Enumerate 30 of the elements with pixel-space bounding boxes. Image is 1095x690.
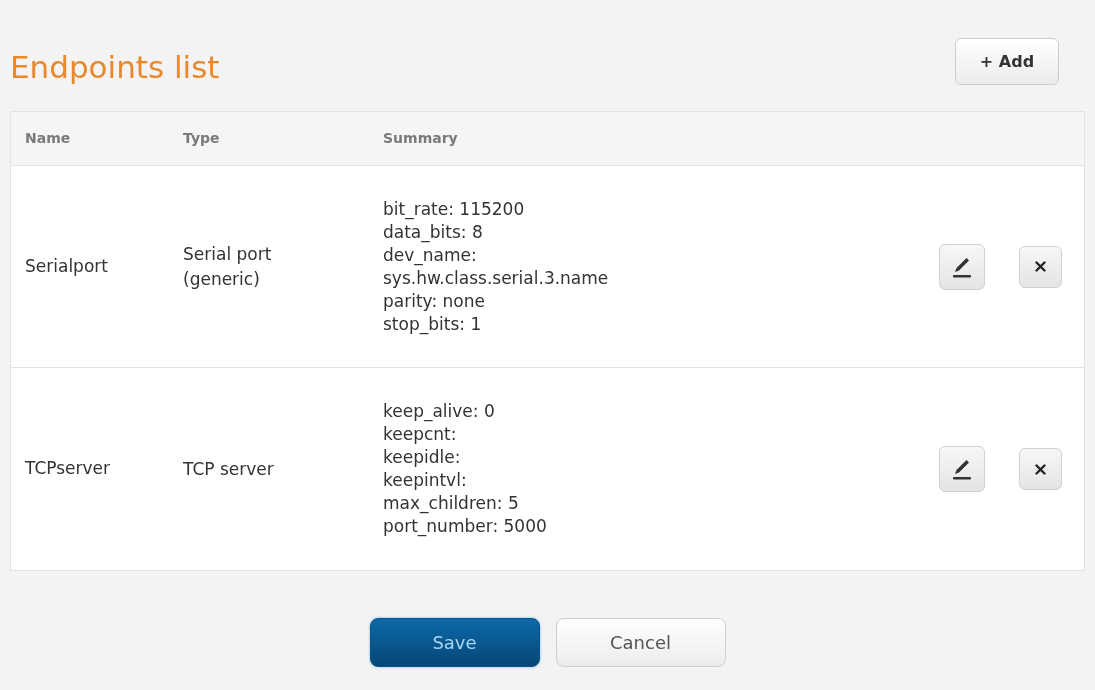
pencil-icon — [950, 457, 974, 481]
edit-button[interactable] — [939, 446, 985, 492]
summary-line: dev_name: — [383, 243, 477, 267]
page-title: Endpoints list — [10, 48, 220, 87]
edit-button[interactable] — [939, 243, 985, 290]
cancel-button[interactable]: Cancel — [555, 618, 726, 667]
column-header: Summary — [383, 130, 458, 146]
close-icon — [1035, 463, 1046, 475]
summary-line: keepcnt: — [383, 423, 457, 446]
column-header: Name — [25, 130, 71, 146]
delete-button[interactable] — [1019, 245, 1062, 288]
close-icon — [1035, 261, 1046, 272]
summary-line: data_bits: 8 — [383, 220, 483, 244]
summary-line: parity: none — [383, 289, 485, 313]
summary-line: keepintvl: — [383, 469, 467, 492]
summary-line: keep_alive: 0 — [383, 400, 495, 423]
column-header: Type — [183, 130, 220, 146]
summary-line: sys.hw.class.serial.3.name — [383, 266, 609, 290]
save-button[interactable]: Save — [369, 618, 540, 667]
summary-line: port_number: 5000 — [383, 515, 547, 538]
table-cell-text: TCP server — [183, 457, 275, 481]
summary-line: keepidle: — [383, 446, 461, 469]
summary-line: stop_bits: 1 — [383, 312, 482, 336]
table-cell: Serialport — [25, 255, 108, 276]
table-cell: TCPserver — [25, 458, 111, 479]
add-button[interactable]: + Add — [955, 38, 1059, 85]
summary-line: bit_rate: 115200 — [383, 197, 525, 221]
table-cell-text: Serial port (generic) — [183, 242, 273, 291]
delete-button[interactable] — [1019, 448, 1062, 490]
summary-line: max_children: 5 — [383, 492, 519, 515]
